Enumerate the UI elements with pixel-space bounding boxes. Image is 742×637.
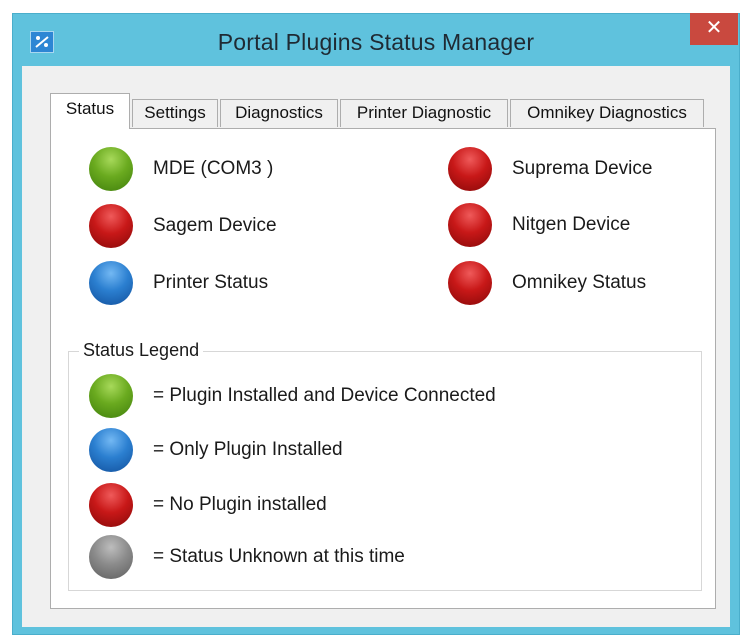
tab-status[interactable]: Status [50,93,130,129]
tab-printer-diagnostic[interactable]: Printer Diagnostic [340,99,508,127]
status-blue-indicator [89,428,133,472]
tab-omnikey-diagnostics[interactable]: Omnikey Diagnostics [510,99,704,127]
status-blue-indicator [89,261,133,305]
device-label: Omnikey Status [512,272,647,293]
tab-settings[interactable]: Settings [132,99,218,127]
status-red-indicator [448,203,492,247]
tab-diagnostics[interactable]: Diagnostics [220,99,338,127]
status-red-indicator [448,147,492,191]
device-label: Sagem Device [153,215,277,236]
legend-label: = Plugin Installed and Device Connected [153,385,496,406]
legend-label: = Status Unknown at this time [153,546,405,567]
status-red-indicator [89,483,133,527]
status-panel: MDE (COM3 ) Sagem Device Printer Status … [50,128,716,609]
device-label: Nitgen Device [512,214,631,235]
app-window: Portal Plugins Status Manager ✕ Status S… [12,13,740,635]
window-title: Portal Plugins Status Manager [217,29,535,55]
status-legend-group: Status Legend = Plugin Installed and Dev… [68,340,702,591]
title-bar[interactable]: Portal Plugins Status Manager ✕ [13,13,739,66]
device-label: Printer Status [153,272,269,293]
device-label: Suprema Device [512,158,653,179]
status-gray-indicator [89,535,133,579]
status-red-indicator [448,261,492,305]
close-button[interactable]: ✕ [690,13,738,45]
legend-title: Status Legend [79,340,204,361]
legend-label: = Only Plugin Installed [153,439,343,460]
status-green-indicator [89,147,133,191]
status-green-indicator [89,374,133,418]
device-label: MDE (COM3 ) [153,158,274,179]
client-area: Status Settings Diagnostics Printer Diag… [22,66,730,627]
legend-label: = No Plugin installed [153,494,327,515]
status-red-indicator [89,204,133,248]
